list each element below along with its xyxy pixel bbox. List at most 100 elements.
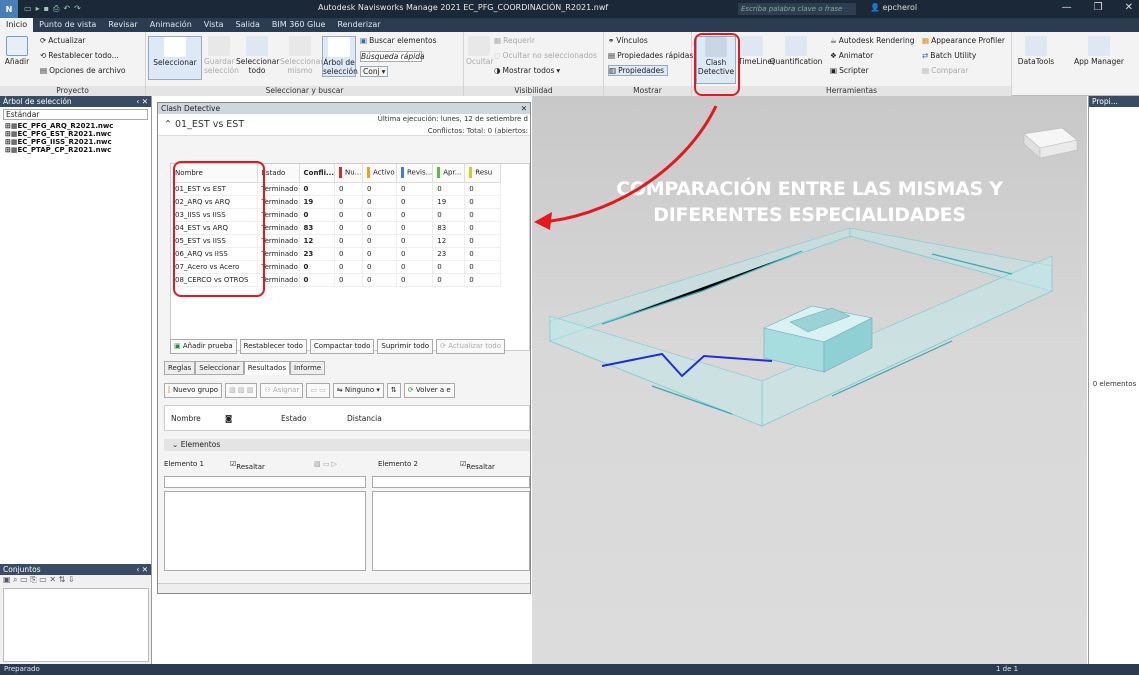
tab-report[interactable]: Informe [290, 361, 326, 375]
results-col-distance[interactable]: Distancia [347, 414, 382, 423]
highlight1-checkbox[interactable]: ☑ Resaltar [230, 460, 265, 471]
select-all-button[interactable]: Seleccionar todo [236, 36, 279, 75]
file-options-button[interactable]: ▤ Opciones de archivo [40, 66, 125, 75]
tree-file-item[interactable]: ⊞▦EC_PTAP_CP_R2021.nwc [0, 146, 151, 154]
panel-close-icon[interactable]: ‹ ✕ [136, 564, 148, 575]
batch-utility-button[interactable]: ⇄ Batch Utility [922, 51, 976, 60]
datatools-button[interactable]: DataTools [1016, 36, 1056, 66]
update-all-button[interactable]: ⟳ Actualizar todo [436, 339, 505, 354]
require-button[interactable]: ▦ Requerir [494, 36, 535, 45]
save-icon[interactable]: ▪ [44, 4, 49, 14]
reset-all-button[interactable]: ⟲ Restablecer todo... [40, 51, 119, 60]
results-col-name[interactable]: Nombre [171, 414, 201, 423]
user-account[interactable]: 👤 epcherol [870, 3, 917, 12]
close-icon[interactable]: ✕ [1125, 2, 1133, 13]
close-icon[interactable]: ✕ [521, 103, 527, 114]
element1-field[interactable] [164, 476, 366, 488]
quick-properties-button[interactable]: ▤ Propiedades rápidas [608, 51, 693, 60]
horizontal-scrollbar[interactable] [158, 583, 530, 593]
select-button[interactable]: Seleccionar [148, 36, 202, 80]
rerun-button[interactable]: ⟳ Volver a e [403, 383, 455, 398]
open-icon[interactable]: ▸ [36, 4, 40, 14]
comment-button[interactable]: ▭ ▭ [306, 383, 330, 398]
tab-vista[interactable]: Vista [198, 18, 230, 32]
selection-tree-button[interactable]: Árbol de selección [322, 36, 358, 77]
maximize-icon[interactable]: ❐ [1094, 2, 1103, 13]
import-export-icon[interactable]: ⇩ [68, 575, 75, 584]
col-resuelto[interactable]: Resu [464, 164, 502, 183]
add-button[interactable]: Añadir [4, 36, 30, 66]
col-conflictos[interactable]: Confli... [299, 164, 335, 183]
elements-section-header[interactable]: ⌄ Elementos [164, 439, 530, 451]
reset-all-tests-button[interactable]: Restablecer todo [239, 339, 307, 354]
tab-salida[interactable]: Salida [230, 18, 266, 32]
new-folder-icon[interactable]: ▭ [20, 575, 28, 584]
tab-animacion[interactable]: Animación [144, 18, 198, 32]
save-selection-icon[interactable]: ▣ [3, 575, 11, 584]
animator-button[interactable]: ❖ Animator [830, 51, 873, 60]
select-same-button[interactable]: Seleccionar mismo [280, 36, 323, 75]
tree-mode-select[interactable]: Estándar [3, 109, 148, 120]
app-logo[interactable]: N [0, 0, 18, 18]
tree-file-item[interactable]: ⊞▦EC_PFG_ARQ_R2021.nwc [0, 122, 151, 130]
quantification-button[interactable]: Quantification [768, 36, 824, 66]
quick-search-input[interactable]: Búsqueda rápida [360, 51, 425, 62]
scripter-button[interactable]: ▣ Scripter [830, 66, 869, 75]
tree-file-item[interactable]: ⊞▦EC_PFG_EST_R2021.nwc [0, 130, 151, 138]
update-button[interactable]: ⟳ Actualizar [40, 36, 86, 45]
tab-rules[interactable]: Reglas [164, 361, 196, 375]
new-icon[interactable]: ▭ [24, 4, 32, 14]
new-group-button[interactable]: [ Nuevo grupo [164, 383, 223, 398]
undo-icon[interactable]: ↶ [63, 4, 70, 14]
tab-bim360[interactable]: BIM 360 Glue [266, 18, 332, 32]
links-button[interactable]: ⚭ Vínculos [608, 36, 648, 45]
print-icon[interactable]: ⎙ [53, 4, 59, 14]
find-items-button[interactable]: ▣ Buscar elementos [360, 36, 437, 45]
compact-all-button[interactable]: Compactar todo [309, 339, 375, 354]
timeliner-button[interactable]: TimeLiner [738, 36, 775, 66]
app-manager-button[interactable]: App Manager [1066, 36, 1132, 66]
col-revisado[interactable]: Revis... [396, 164, 434, 183]
tab-punto-de-vista[interactable]: Punto de vista [33, 18, 102, 32]
sets-dropdown[interactable]: Conj ▾ [360, 66, 389, 77]
hide-button[interactable]: Ocultar [466, 36, 493, 66]
assign-button[interactable]: ⚇ Asignar [260, 383, 304, 398]
sort-buttons[interactable]: ⇅ [386, 383, 401, 398]
tab-revisar[interactable]: Revisar [102, 18, 143, 32]
properties-button[interactable]: ▥ Propiedades [608, 65, 669, 76]
group-tools-button[interactable]: ▧ ▧ ▧ [225, 383, 258, 398]
element2-field[interactable] [372, 476, 530, 488]
save-search-icon[interactable]: ⌕ [13, 575, 17, 584]
filter-dropdown[interactable]: ⇋ Ninguno ▾ [332, 383, 384, 398]
delete-icon[interactable]: ✕ [49, 575, 56, 584]
results-col-status[interactable]: Estado [281, 414, 307, 423]
current-test-name[interactable]: ⌃ 01_EST vs EST [164, 119, 244, 130]
appearance-profiler-button[interactable]: ▦ Appearance Profiler [922, 36, 1005, 45]
tab-results[interactable]: Resultados [243, 361, 291, 375]
group-label-proyecto[interactable]: Proyecto [0, 86, 145, 96]
tab-inicio[interactable]: Inicio [0, 18, 34, 32]
duplicate-icon[interactable]: ⎘ [30, 575, 36, 584]
minimize-icon[interactable]: — [1062, 2, 1072, 13]
3d-viewport[interactable]: COMPARACIÓN ENTRE LAS MISMAS Y DIFERENTE… [532, 96, 1087, 664]
compare-button[interactable]: ▤ Comparar [922, 66, 968, 75]
element1-tree[interactable] [164, 491, 366, 571]
camera-icon[interactable]: ◙ [225, 414, 232, 423]
panel-close-icon[interactable]: ‹ ✕ [136, 96, 148, 107]
save-selection-button[interactable]: Guardar selección [204, 36, 239, 75]
sort-icon[interactable]: ⇅ [59, 575, 66, 584]
tab-renderizar[interactable]: Renderizar [331, 18, 386, 32]
col-aprobado[interactable]: Apr... [432, 164, 466, 183]
col-activo[interactable]: Activo [362, 164, 397, 183]
delete-all-button[interactable]: Suprimir todo [377, 339, 434, 354]
add-test-button[interactable]: ▣ Añadir prueba [170, 339, 237, 354]
element1-tools[interactable]: ▧ ▭ ▷ [314, 460, 337, 468]
add-comment-icon[interactable]: ▭ [39, 575, 47, 584]
tree-file-item[interactable]: ⊞▦EC_PFG_IISS_R2021.nwc [0, 138, 151, 146]
redo-icon[interactable]: ↷ [74, 4, 81, 14]
group-label-select[interactable]: Seleccionar y buscar [146, 86, 463, 96]
tab-select[interactable]: Seleccionar [195, 361, 244, 375]
show-all-button[interactable]: ◑ Mostrar todos ▾ [494, 66, 560, 75]
sets-list[interactable] [3, 588, 149, 662]
col-nuevo[interactable]: Nu... [334, 164, 363, 183]
